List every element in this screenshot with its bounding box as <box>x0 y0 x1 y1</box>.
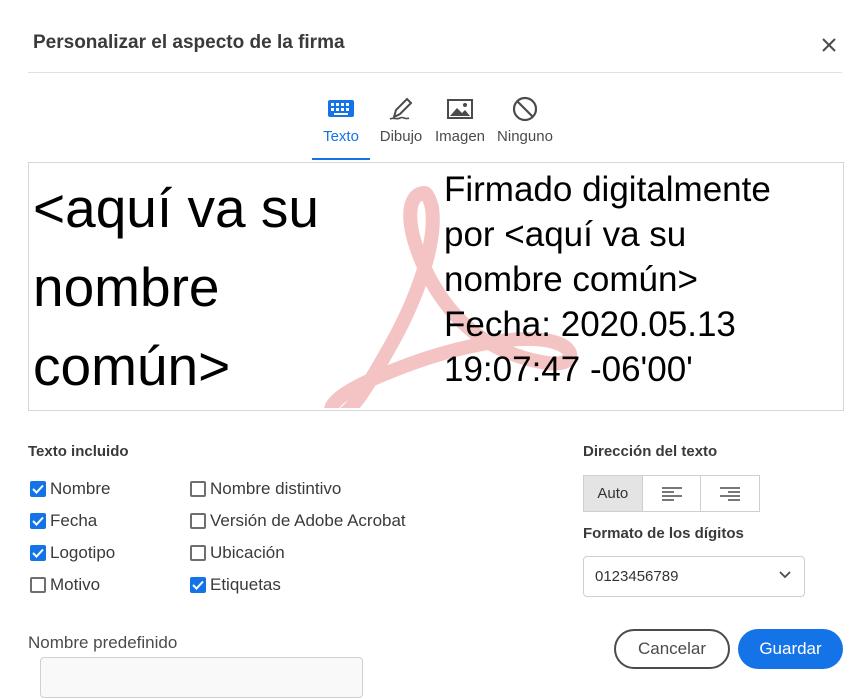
signature-preview: <aquí va su nombre común> Firmado digita… <box>28 162 844 411</box>
checkbox-label: Etiquetas <box>210 575 281 594</box>
name-line: nombre <box>33 256 220 318</box>
checkbox-box <box>190 513 206 529</box>
close-icon[interactable] <box>818 34 840 56</box>
checkbox-label: Ubicación <box>210 543 285 562</box>
checkbox-box <box>30 481 46 497</box>
checkbox-nombre[interactable]: Nombre <box>30 479 110 499</box>
tab-label: Ninguno <box>497 128 553 145</box>
digit-format-value: 0123456789 <box>595 568 679 585</box>
tab-imagen[interactable]: Imagen <box>431 95 489 145</box>
direction-auto-button[interactable]: Auto <box>584 476 643 511</box>
tab-ninguno[interactable]: Ninguno <box>490 95 560 145</box>
checkbox-label: Motivo <box>50 575 101 594</box>
digit-format-title: Formato de los dígitos <box>583 525 744 542</box>
checkbox-label: Nombre <box>50 479 111 498</box>
detail-line: 19:07:47 -06'00' <box>444 350 693 389</box>
checkbox-fecha[interactable]: Fecha <box>30 511 97 531</box>
tab-label: Imagen <box>434 128 486 145</box>
checkbox-box <box>30 513 46 529</box>
checkbox-motivo[interactable]: Motivo <box>30 575 100 595</box>
detail-line: por <aquí va su <box>444 215 687 254</box>
none-icon <box>490 95 560 125</box>
chevron-down-icon <box>779 571 791 579</box>
checkbox-box <box>190 481 206 497</box>
checkbox-logotipo[interactable]: Logotipo <box>30 543 115 563</box>
checkbox-label: Nombre distintivo <box>210 479 342 498</box>
save-button[interactable]: Guardar <box>738 629 843 669</box>
checkbox-nombre-distintivo[interactable]: Nombre distintivo <box>190 479 341 499</box>
name-line: común> <box>33 335 231 397</box>
tab-texto[interactable]: Texto <box>312 95 370 145</box>
header-divider <box>28 72 842 73</box>
direction-right-button[interactable] <box>701 476 760 511</box>
default-name-input[interactable] <box>40 657 363 698</box>
default-name-label: Nombre predefinido <box>28 633 178 652</box>
detail-line: Fecha: 2020.05.13 <box>444 305 736 344</box>
tab-label: Texto <box>323 128 359 145</box>
checkbox-etiquetas[interactable]: Etiquetas <box>190 575 281 595</box>
checkbox-label: Fecha <box>50 511 98 530</box>
checkbox-box <box>190 577 206 593</box>
image-icon <box>431 95 489 125</box>
text-direction-group: Auto <box>583 475 760 512</box>
tab-label: Dibujo <box>379 128 423 145</box>
cancel-button[interactable]: Cancelar <box>614 629 730 669</box>
pen-icon <box>374 95 428 125</box>
direction-left-button[interactable] <box>642 476 702 511</box>
checkbox-label: Versión de Adobe Acrobat <box>210 511 406 530</box>
digit-format-select[interactable]: 0123456789 <box>583 556 805 597</box>
text-direction-title: Dirección del texto <box>583 443 718 460</box>
preview-details: Firmado digitalmente por <aquí va su nom… <box>444 167 843 392</box>
detail-line: Firmado digitalmente <box>444 170 771 209</box>
checkbox-version-acrobat[interactable]: Versión de Adobe Acrobat <box>190 511 406 531</box>
checkbox-label: Logotipo <box>50 543 116 562</box>
align-right-icon <box>720 486 741 501</box>
included-text-title: Texto incluido <box>28 443 129 460</box>
signature-appearance-dialog: Personalizar el aspecto de la firma Text… <box>0 0 868 699</box>
name-line: <aquí va su <box>33 177 319 239</box>
align-left-icon <box>661 486 682 501</box>
dialog-title: Personalizar el aspecto de la firma <box>33 32 345 53</box>
checkbox-ubicacion[interactable]: Ubicación <box>190 543 285 563</box>
direction-auto-label: Auto <box>597 485 629 502</box>
checkbox-box <box>190 545 206 561</box>
checkbox-box <box>30 545 46 561</box>
tab-dibujo[interactable]: Dibujo <box>374 95 428 145</box>
keyboard-icon <box>312 95 370 125</box>
detail-line: nombre común> <box>444 260 698 299</box>
preview-name: <aquí va su nombre común> <box>33 169 428 406</box>
active-tab-indicator <box>312 158 370 160</box>
checkbox-box <box>30 577 46 593</box>
